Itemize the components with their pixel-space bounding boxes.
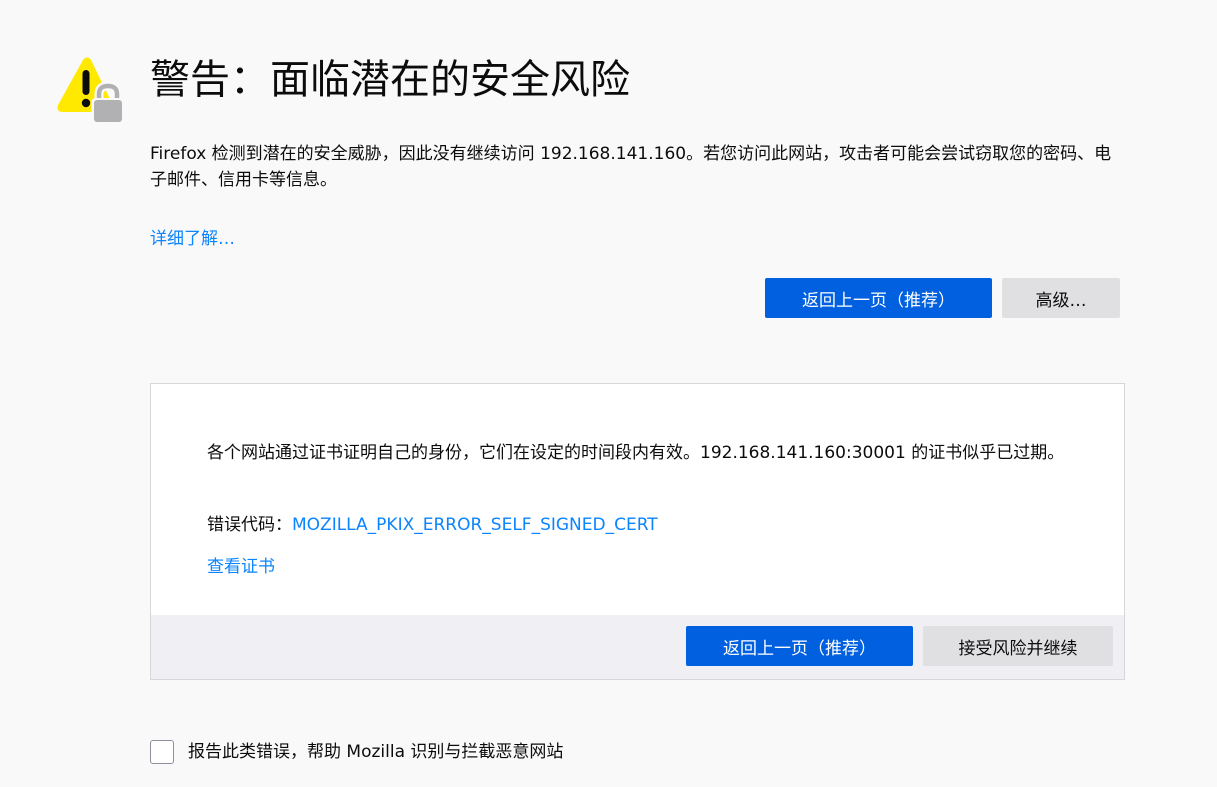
error-code-line: 错误代码：MOZILLA_PKIX_ERROR_SELF_SIGNED_CERT bbox=[207, 512, 658, 538]
report-checkbox[interactable] bbox=[150, 740, 174, 764]
view-certificate-link[interactable]: 查看证书 bbox=[207, 554, 275, 580]
advanced-panel: 各个网站通过证书证明自己的身份，它们在设定的时间段内有效。192.168.141… bbox=[150, 383, 1125, 680]
advanced-panel-footer: 返回上一页（推荐） 接受风险并继续 bbox=[151, 615, 1124, 679]
error-code-label: 错误代码： bbox=[207, 515, 292, 535]
warning-description: Firefox 检测到潜在的安全威胁，因此没有继续访问 192.168.141.… bbox=[150, 144, 1112, 190]
learn-more-link[interactable]: 详细了解… bbox=[150, 226, 235, 252]
error-code-link[interactable]: MOZILLA_PKIX_ERROR_SELF_SIGNED_CERT bbox=[292, 515, 658, 535]
advanced-button[interactable]: 高级… bbox=[1002, 278, 1120, 318]
report-checkbox-label[interactable]: 报告此类错误，帮助 Mozilla 识别与拦截恶意网站 bbox=[188, 739, 563, 765]
go-back-button[interactable]: 返回上一页（推荐） bbox=[765, 278, 992, 318]
panel-go-back-button[interactable]: 返回上一页（推荐） bbox=[686, 626, 913, 666]
page-title: 警告：面临潜在的安全风险 bbox=[150, 57, 630, 103]
warning-lock-icon bbox=[55, 55, 125, 125]
report-error-row: 报告此类错误，帮助 Mozilla 识别与拦截恶意网站 bbox=[150, 739, 563, 765]
certificate-explanation: 各个网站通过证书证明自己的身份，它们在设定的时间段内有效。192.168.141… bbox=[207, 443, 1065, 463]
accept-risk-button[interactable]: 接受风险并继续 bbox=[923, 626, 1113, 666]
